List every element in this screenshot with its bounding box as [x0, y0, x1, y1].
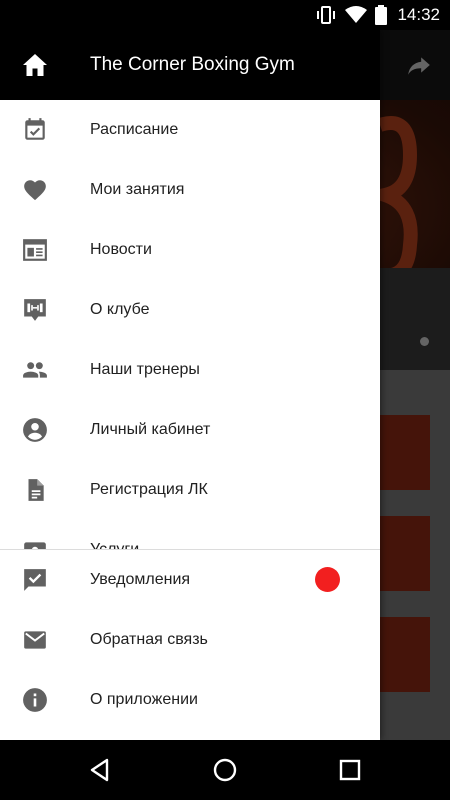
menu-item-registration[interactable]: Регистрация ЛК — [0, 460, 380, 520]
home-icon — [23, 54, 47, 76]
drawer-header[interactable]: The Corner Boxing Gym — [0, 30, 380, 100]
calendar-check-icon — [25, 118, 45, 140]
menu-item-about-club[interactable]: О клубе — [0, 280, 380, 340]
menu-item-label: Новости — [90, 241, 152, 258]
menu-item-label: Регистрация ЛК — [90, 481, 208, 498]
dumbbell-icon — [24, 299, 46, 321]
status-time: 14:32 — [397, 5, 440, 24]
menu-item-label: Личный кабинет — [90, 421, 211, 438]
menu-item-label: О клубе — [90, 301, 150, 318]
drawer-bottom-section: Уведомления Обратная связь О приложении — [0, 550, 380, 740]
home-icon[interactable] — [210, 755, 240, 785]
menu-item-label: Уведомления — [90, 571, 191, 588]
vibrate-icon — [317, 6, 336, 24]
menu-item-trainers[interactable]: Наши тренеры — [0, 340, 380, 400]
menu-item-label: Расписание — [90, 121, 179, 138]
menu-item-about-app[interactable]: О приложении — [0, 670, 380, 730]
wifi-icon — [345, 6, 368, 23]
mail-icon — [24, 631, 46, 649]
menu-item-label: Наши тренеры — [90, 361, 200, 378]
battery-icon — [375, 5, 388, 25]
heart-icon — [24, 180, 46, 201]
menu-item-personal-account[interactable]: Личный кабинет — [0, 400, 380, 460]
drawer-title: The Corner Boxing Gym — [90, 54, 295, 75]
recents-icon[interactable] — [335, 755, 365, 785]
navigation-drawer: The Corner Boxing Gym Расписание Мои зан… — [0, 30, 380, 740]
back-icon[interactable] — [85, 755, 115, 785]
menu-item-label: О приложении — [90, 691, 198, 708]
menu-item-my-classes[interactable]: Мои занятия — [0, 160, 380, 220]
status-bar: 14:32 — [0, 0, 450, 30]
menu-item-label: Мои занятия — [90, 181, 185, 198]
people-icon — [23, 362, 47, 378]
notification-badge — [315, 567, 340, 592]
notification-check-icon — [24, 569, 46, 591]
menu-item-news[interactable]: Новости — [0, 220, 380, 280]
menu-item-schedule[interactable]: Расписание — [0, 100, 380, 160]
news-icon — [23, 239, 47, 261]
menu-item-notifications[interactable]: Уведомления — [0, 550, 380, 610]
menu-item-label: Обратная связь — [90, 631, 208, 648]
system-navigation-bar — [0, 740, 450, 800]
account-circle-icon — [23, 418, 47, 442]
document-icon — [28, 479, 44, 501]
menu-item-feedback[interactable]: Обратная связь — [0, 610, 380, 670]
info-icon — [23, 688, 47, 712]
